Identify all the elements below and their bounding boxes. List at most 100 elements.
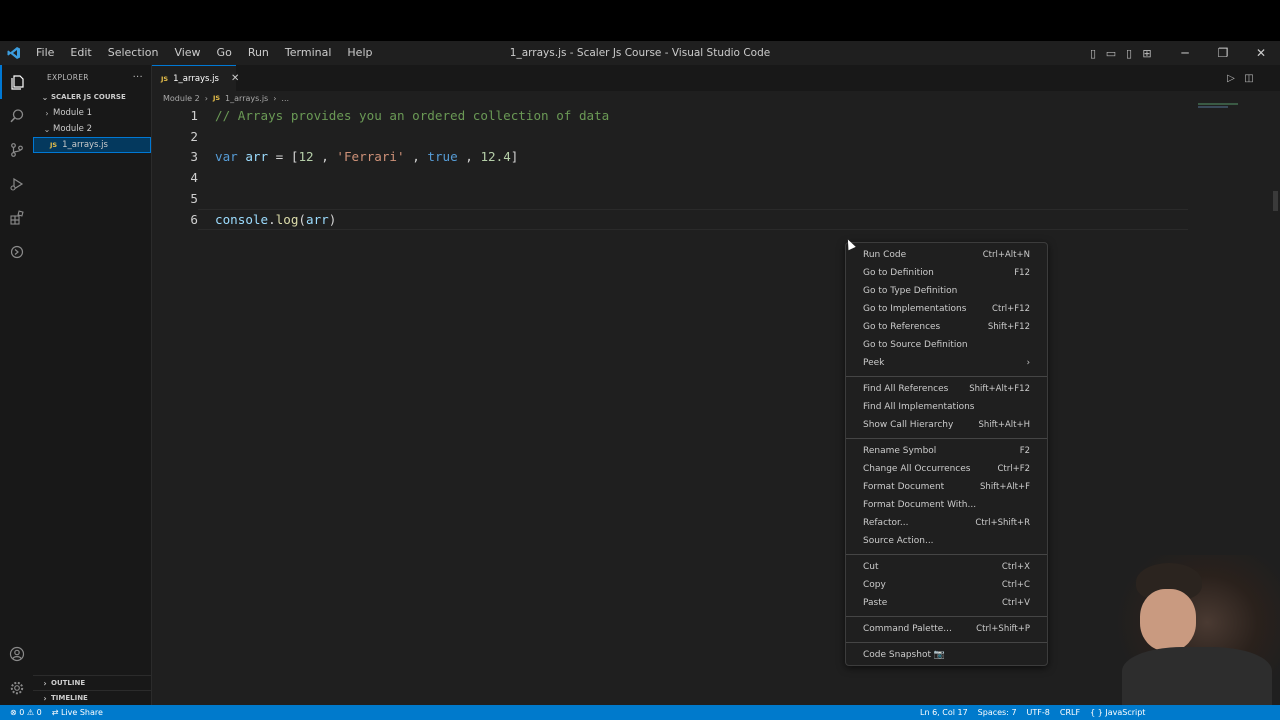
- line-content: var arr = [12 , 'Ferrari' , true , 12.4]: [198, 149, 518, 164]
- context-menu-item[interactable]: Refactor... Ctrl+Shift+R: [846, 514, 1047, 532]
- tab-1-arrays[interactable]: JS 1_arrays.js ✕: [152, 65, 239, 91]
- timeline-section-header[interactable]: › TIMELINE: [33, 690, 151, 705]
- context-menu-item[interactable]: Command Palette... Ctrl+Shift+P: [846, 620, 1047, 638]
- code-line: 4: [152, 167, 609, 188]
- menu-separator: [846, 438, 1047, 439]
- manage-gear-icon[interactable]: [0, 671, 33, 705]
- tree-item-label: Module 1: [53, 108, 93, 118]
- toggle-panel-icon[interactable]: ▭: [1102, 41, 1120, 65]
- problems-status[interactable]: ⊗ 0 ⚠ 0: [0, 708, 47, 717]
- menu-item-shortcut: Ctrl+Shift+R: [975, 518, 1030, 528]
- search-icon[interactable]: [0, 99, 33, 133]
- breadcrumb-symbols[interactable]: ...: [281, 94, 289, 103]
- vscode-logo-icon: [0, 41, 28, 65]
- run-code-icon[interactable]: ▷: [1222, 73, 1240, 84]
- context-menu-item[interactable]: Source Action...: [846, 532, 1047, 550]
- restore-button[interactable]: ❐: [1204, 41, 1242, 65]
- menu-item-shortcut: F12: [1014, 268, 1030, 278]
- cursor-position-status[interactable]: Ln 6, Col 17: [915, 708, 973, 717]
- minimap[interactable]: [1198, 103, 1268, 113]
- context-menu-item[interactable]: Code Snapshot 📷: [846, 646, 1047, 664]
- menu-item-label: Go to Source Definition: [863, 340, 968, 350]
- menu-item-shortcut: Ctrl+C: [1001, 580, 1030, 590]
- menu-edit[interactable]: Edit: [62, 41, 99, 65]
- customize-layout-icon[interactable]: ⊞: [1138, 41, 1156, 65]
- chevron-right-icon: ›: [43, 678, 47, 688]
- line-content: // Arrays provides you an ordered collec…: [198, 108, 609, 123]
- tab-label: 1_arrays.js: [173, 73, 219, 84]
- context-menu-item[interactable]: Go to References Shift+F12: [846, 318, 1047, 336]
- context-menu-item[interactable]: Change All Occurrences Ctrl+F2: [846, 460, 1047, 478]
- close-tab-icon[interactable]: ✕: [231, 73, 239, 84]
- variable-token: arr: [245, 149, 269, 165]
- menu-help[interactable]: Help: [339, 41, 380, 65]
- context-menu-item[interactable]: Format Document Shift+Alt+F: [846, 478, 1047, 496]
- comma-token: ,: [457, 149, 481, 165]
- paren-token: (: [298, 211, 307, 227]
- menu-item-shortcut: Ctrl+X: [1001, 562, 1030, 572]
- code-line: 2: [152, 126, 609, 147]
- editor-context-menu: Run Code Ctrl+Alt+N Go to Definition F12 Go …: [845, 242, 1048, 666]
- language-mode-status[interactable]: { } JavaScript: [1085, 708, 1150, 717]
- encoding-status[interactable]: UTF-8: [1022, 708, 1055, 717]
- run-debug-icon[interactable]: [0, 167, 33, 201]
- live-share-icon: ⇄: [51, 708, 61, 717]
- breadcrumb-file[interactable]: 1_arrays.js: [225, 94, 268, 103]
- split-editor-icon[interactable]: ◫: [1240, 73, 1258, 84]
- extensions-icon[interactable]: [0, 201, 33, 235]
- remote-explorer-icon[interactable]: [0, 235, 33, 269]
- menu-separator: [846, 376, 1047, 377]
- menu-run[interactable]: Run: [240, 41, 277, 65]
- source-control-icon[interactable]: [0, 133, 33, 167]
- context-menu-item[interactable]: Go to Definition F12: [846, 264, 1047, 282]
- tree-folder-module-1[interactable]: › Module 1: [33, 105, 151, 121]
- comma-token: ,: [313, 149, 337, 165]
- menu-item-shortcut: Ctrl+F12: [992, 304, 1030, 314]
- toggle-sidebar-icon[interactable]: ▯: [1084, 41, 1102, 65]
- context-menu-item[interactable]: Rename Symbol F2: [846, 442, 1047, 460]
- paren-token: ): [328, 211, 337, 227]
- outline-section-header[interactable]: › OUTLINE: [33, 675, 151, 690]
- menu-go[interactable]: Go: [209, 41, 240, 65]
- project-folder-header[interactable]: ⌄ SCALER JS COURSE: [33, 89, 151, 105]
- context-menu-item[interactable]: Run Code Ctrl+Alt+N: [846, 246, 1047, 264]
- context-menu-item[interactable]: Cut Ctrl+X: [846, 558, 1047, 576]
- menu-selection[interactable]: Selection: [100, 41, 167, 65]
- indentation-status[interactable]: Spaces: 7: [973, 708, 1022, 717]
- context-menu-item[interactable]: Show Call Hierarchy Shift+Alt+H: [846, 416, 1047, 434]
- context-menu-item[interactable]: Peek ›: [846, 354, 1047, 372]
- number-token: 12: [298, 149, 314, 165]
- menu-item-label: Copy: [863, 580, 886, 590]
- menu-item-label: Go to Type Definition: [863, 286, 958, 296]
- minimize-button[interactable]: ─: [1166, 41, 1204, 65]
- account-icon[interactable]: [0, 637, 33, 671]
- close-window-button[interactable]: ✕: [1242, 41, 1280, 65]
- context-menu-item[interactable]: Format Document With...: [846, 496, 1047, 514]
- menu-file[interactable]: File: [28, 41, 62, 65]
- context-menu-item[interactable]: Paste Ctrl+V: [846, 594, 1047, 612]
- context-menu-item[interactable]: Copy Ctrl+C: [846, 576, 1047, 594]
- eol-status[interactable]: CRLF: [1055, 708, 1085, 717]
- context-menu-item[interactable]: Go to Implementations Ctrl+F12: [846, 300, 1047, 318]
- tree-file-1-arrays[interactable]: JS 1_arrays.js: [33, 137, 151, 153]
- menu-view[interactable]: View: [166, 41, 208, 65]
- live-share-status[interactable]: ⇄ Live Share: [47, 708, 108, 717]
- explorer-icon[interactable]: [0, 65, 33, 99]
- toggle-secondary-sidebar-icon[interactable]: ▯: [1120, 41, 1138, 65]
- context-menu-item[interactable]: Find All Implementations: [846, 398, 1047, 416]
- more-actions-icon[interactable]: ···: [133, 72, 143, 83]
- operator-token: =: [268, 149, 291, 165]
- editor-scrollbar[interactable]: [1273, 191, 1278, 211]
- context-menu-item[interactable]: Go to Source Definition: [846, 336, 1047, 354]
- bracket-token: ]: [510, 149, 519, 165]
- comma-token: ,: [404, 149, 428, 165]
- context-menu-item[interactable]: Go to Type Definition: [846, 282, 1047, 300]
- tree-folder-module-2[interactable]: ⌄ Module 2: [33, 121, 151, 137]
- line-number: 4: [190, 170, 198, 186]
- menu-item-shortcut: Ctrl+F2: [997, 464, 1030, 474]
- menu-item-shortcut: Ctrl+Alt+N: [982, 250, 1030, 260]
- code-editor[interactable]: Module 2 › JS 1_arrays.js › ... 1 // Arr…: [152, 91, 1280, 705]
- breadcrumb-folder[interactable]: Module 2: [163, 94, 200, 103]
- context-menu-item[interactable]: Find All References Shift+Alt+F12: [846, 380, 1047, 398]
- menu-terminal[interactable]: Terminal: [277, 41, 340, 65]
